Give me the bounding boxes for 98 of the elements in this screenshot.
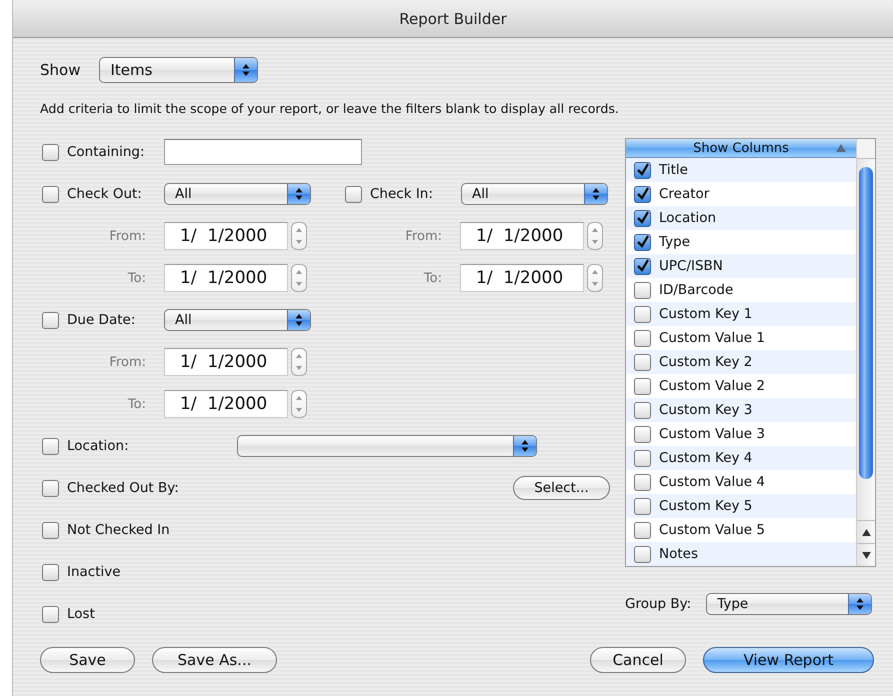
- checkbox[interactable]: [42, 312, 59, 328]
- column-name: Custom Key 3: [659, 402, 752, 418]
- checkbox[interactable]: [634, 210, 651, 226]
- checkbox[interactable]: [634, 306, 651, 322]
- column-name: Custom Key 5: [659, 498, 752, 514]
- save-button[interactable]: Save: [40, 647, 135, 673]
- column-name: Title: [659, 162, 688, 178]
- column-name: Custom Value 2: [659, 378, 765, 394]
- date-label: From:: [109, 228, 146, 244]
- checkbox[interactable]: [634, 162, 651, 178]
- checkbox[interactable]: [42, 606, 59, 622]
- checkbox[interactable]: [42, 522, 59, 538]
- sort-arrow-icon: [836, 144, 846, 152]
- group-by-label: Group By:: [625, 596, 692, 612]
- cancel-button[interactable]: Cancel: [590, 647, 686, 673]
- date-field[interactable]: 1/ 1/2000: [460, 222, 584, 250]
- column-name: Notes: [659, 546, 698, 562]
- filter-label: Check Out:: [67, 186, 142, 202]
- date-label: To:: [128, 396, 146, 412]
- filter-label: Location:: [67, 438, 129, 454]
- column-name: Custom Value 1: [659, 330, 765, 346]
- checkbox[interactable]: [634, 234, 651, 250]
- select-button[interactable]: Select...: [513, 476, 610, 500]
- updown-arrows-icon: [513, 436, 536, 456]
- filter-label: Lost: [67, 606, 95, 622]
- stepper[interactable]: [291, 390, 307, 418]
- checkbox[interactable]: [634, 426, 651, 442]
- view-report-button[interactable]: View Report: [703, 647, 874, 673]
- column-name: Location: [659, 210, 716, 226]
- date-label: From:: [405, 228, 442, 244]
- stepper[interactable]: [291, 222, 307, 250]
- checkbox[interactable]: [634, 546, 651, 562]
- checkbox[interactable]: [42, 564, 59, 580]
- scroll-down-icon[interactable]: [862, 552, 870, 558]
- filter-label: Check In:: [370, 186, 433, 202]
- date-popup[interactable]: All: [164, 183, 311, 205]
- checkbox[interactable]: [634, 450, 651, 466]
- date-popup[interactable]: All: [164, 309, 311, 331]
- group-by-popup[interactable]: Type: [706, 593, 872, 615]
- date-field[interactable]: 1/ 1/2000: [460, 264, 584, 292]
- column-name: Custom Key 1: [659, 306, 752, 322]
- containing-field[interactable]: [164, 139, 362, 165]
- checkbox[interactable]: [634, 282, 651, 298]
- save-as-button[interactable]: Save As...: [152, 647, 277, 673]
- checkbox[interactable]: [634, 498, 651, 514]
- checkbox[interactable]: [42, 480, 59, 496]
- show-label: Show: [40, 61, 80, 79]
- updown-arrows-icon: [287, 310, 310, 330]
- checkbox[interactable]: [634, 330, 651, 346]
- containing-label: Containing:: [67, 144, 145, 160]
- scroll-up-icon[interactable]: [862, 528, 870, 536]
- checkbox[interactable]: [634, 378, 651, 394]
- checkbox[interactable]: [634, 258, 651, 274]
- column-name: Creator: [659, 186, 710, 202]
- checkbox[interactable]: [634, 186, 651, 202]
- column-name: ID/Barcode: [659, 282, 734, 298]
- stepper[interactable]: [587, 222, 603, 250]
- checkbox[interactable]: [634, 402, 651, 418]
- checkbox[interactable]: [634, 474, 651, 490]
- column-name: Custom Key 2: [659, 354, 752, 370]
- show-popup[interactable]: Items: [99, 57, 258, 83]
- filter-label: Due Date:: [67, 312, 136, 328]
- checkbox[interactable]: [634, 522, 651, 538]
- date-popup[interactable]: All: [461, 183, 608, 205]
- column-name: Custom Value 5: [659, 522, 765, 538]
- checkbox[interactable]: [345, 186, 362, 202]
- column-name: Custom Key 4: [659, 450, 752, 466]
- stepper[interactable]: [291, 348, 307, 376]
- date-field[interactable]: 1/ 1/2000: [164, 222, 288, 250]
- column-name: Custom Value 4: [659, 474, 765, 490]
- date-label: From:: [109, 354, 146, 370]
- filter-label: Not Checked In: [67, 522, 170, 538]
- column-name: Type: [659, 234, 690, 250]
- column-name: Custom Value 3: [659, 426, 765, 442]
- stepper[interactable]: [291, 264, 307, 292]
- date-field[interactable]: 1/ 1/2000: [164, 264, 288, 292]
- date-label: To:: [424, 270, 442, 286]
- checkbox[interactable]: [42, 144, 59, 160]
- date-field[interactable]: 1/ 1/2000: [164, 348, 288, 376]
- location-popup[interactable]: [237, 435, 537, 457]
- updown-arrows-icon: [287, 184, 310, 204]
- window-title: Report Builder: [399, 10, 507, 28]
- column-name: UPC/ISBN: [659, 258, 723, 274]
- filter-label: Inactive: [67, 564, 121, 580]
- updown-arrows-icon: [234, 58, 258, 82]
- scroll-thumb[interactable]: [859, 167, 873, 479]
- checkbox[interactable]: [634, 354, 651, 370]
- stepper[interactable]: [587, 264, 603, 292]
- checkbox[interactable]: [42, 438, 59, 454]
- date-label: To:: [128, 270, 146, 286]
- updown-arrows-icon: [584, 184, 607, 204]
- scrollbar[interactable]: [856, 139, 875, 566]
- checkbox[interactable]: [42, 186, 59, 202]
- column-header[interactable]: Show Columns: [626, 139, 856, 158]
- filter-label: Checked Out By:: [67, 480, 179, 496]
- date-field[interactable]: 1/ 1/2000: [164, 390, 288, 418]
- hint-text: Add criteria to limit the scope of your report, or leave the filters blank to display all records.: [40, 100, 620, 118]
- updown-arrows-icon: [848, 594, 872, 614]
